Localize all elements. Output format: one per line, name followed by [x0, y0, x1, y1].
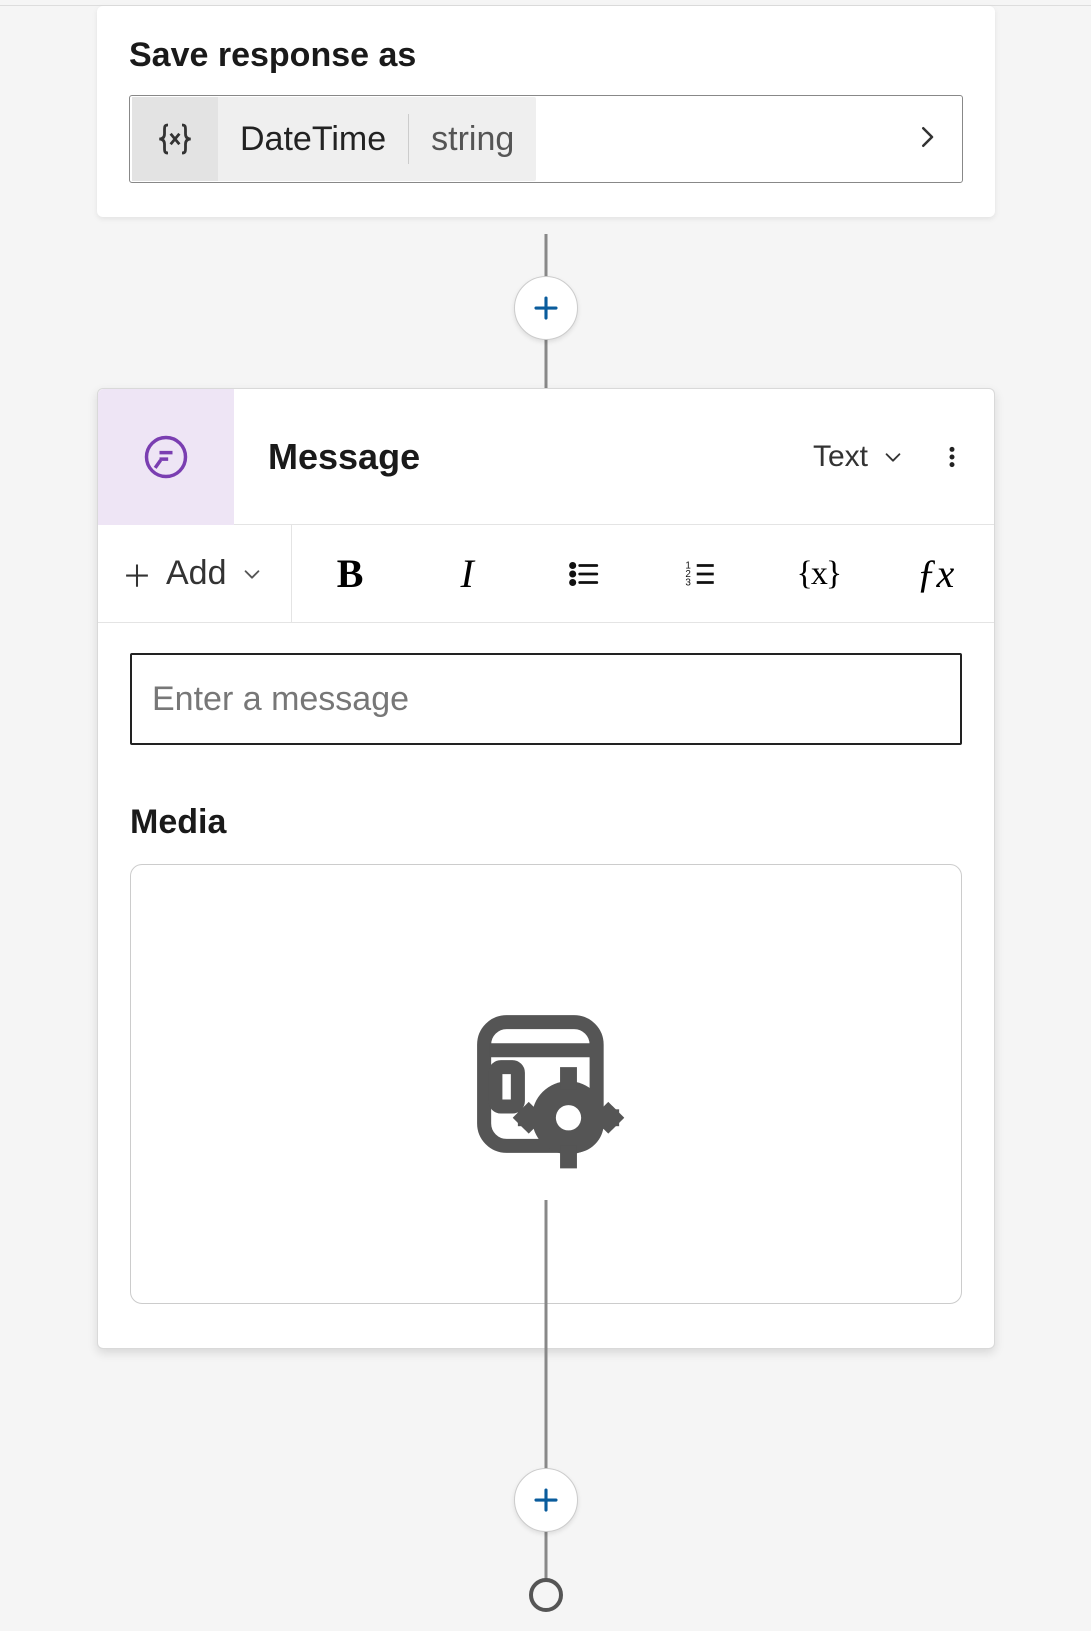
message-card-title: Message — [234, 436, 813, 478]
numbered-list-button[interactable]: 123 — [643, 525, 760, 622]
more-options-button[interactable] — [922, 427, 982, 487]
variable-type: string — [409, 97, 536, 181]
save-response-title: Save response as — [129, 36, 963, 75]
add-node-button[interactable] — [514, 276, 578, 340]
media-section-title: Media — [130, 803, 962, 842]
variable-pill: DateTime string — [132, 97, 536, 181]
message-toolbar: ＋ Add B I 123 {x} ƒx — [98, 525, 994, 623]
chevron-down-icon — [882, 446, 904, 468]
message-input-placeholder: Enter a message — [152, 680, 409, 719]
end-node[interactable] — [529, 1578, 563, 1612]
insert-variable-button[interactable]: {x} — [760, 525, 877, 622]
variable-icon — [132, 97, 218, 181]
message-card-header: Message Text — [98, 389, 994, 525]
toolbar-add-button[interactable]: ＋ Add — [98, 525, 292, 622]
message-type-dropdown[interactable]: Text — [813, 440, 922, 474]
save-response-card: Save response as DateTime string — [97, 6, 995, 217]
message-icon — [98, 389, 234, 525]
media-gear-icon — [456, 994, 636, 1174]
connector-line — [545, 1200, 548, 1600]
chevron-right-icon — [912, 122, 942, 157]
variable-picker[interactable]: DateTime string — [129, 95, 963, 183]
svg-text:3: 3 — [686, 577, 692, 588]
message-input[interactable]: Enter a message — [130, 653, 962, 745]
insert-formula-button[interactable]: ƒx — [877, 525, 994, 622]
italic-button[interactable]: I — [409, 525, 526, 622]
plus-icon: ＋ — [122, 552, 152, 596]
variable-name: DateTime — [218, 97, 408, 181]
bold-button[interactable]: B — [292, 525, 409, 622]
message-type-label: Text — [813, 440, 868, 474]
bullet-list-button[interactable] — [526, 525, 643, 622]
add-node-button[interactable] — [514, 1468, 578, 1532]
chevron-down-icon — [241, 563, 263, 585]
toolbar-add-label: Add — [166, 554, 227, 593]
